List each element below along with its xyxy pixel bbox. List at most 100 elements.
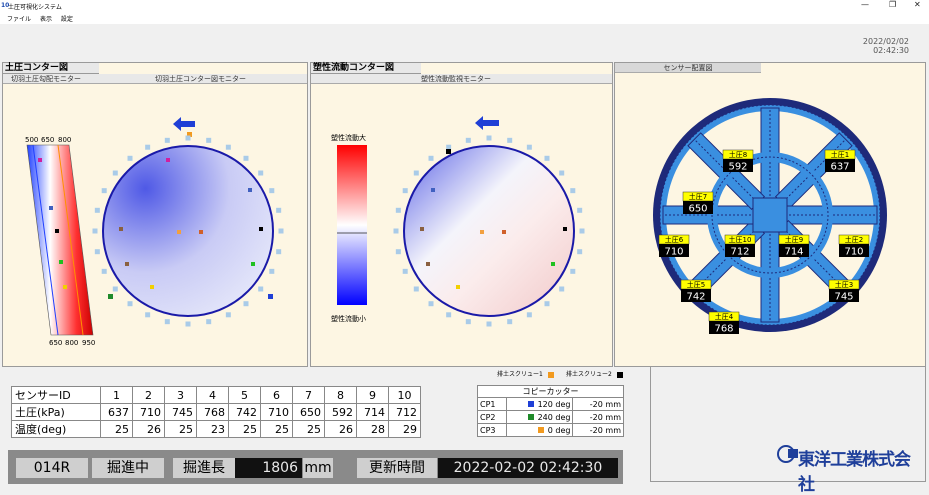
- sensor-value: 710: [664, 247, 683, 258]
- sensor-marker: [480, 230, 484, 234]
- cutter-id: CP1: [477, 397, 507, 411]
- perimeter-marker: [145, 144, 151, 150]
- cutter-angle: 240 deg: [537, 412, 571, 422]
- gradient-marker: [63, 285, 67, 289]
- table-cell: 25: [260, 420, 293, 438]
- perimeter-marker: [164, 319, 170, 325]
- cutter-color-swatch: [537, 427, 544, 433]
- sensor-box: 土圧7650: [682, 191, 714, 215]
- table-header-cell: 2: [132, 386, 165, 404]
- table-cell: 25: [292, 420, 325, 438]
- perimeter-marker: [101, 268, 107, 274]
- perimeter-marker: [428, 155, 434, 161]
- perimeter-marker: [94, 249, 100, 255]
- table-cell: 土圧(kPa): [11, 403, 101, 421]
- table-cell: 28: [356, 420, 389, 438]
- table-header-cell: 9: [356, 386, 389, 404]
- window-title: 土圧可視化システム: [8, 4, 62, 11]
- table-header-cell: 10: [388, 386, 421, 404]
- perimeter-marker: [94, 207, 100, 213]
- sensor-value: 745: [834, 292, 853, 303]
- grad-bottom-label: 800: [65, 339, 78, 347]
- sensor-marker: [456, 285, 460, 289]
- sensor-marker: [259, 227, 263, 231]
- sensor-marker: [431, 188, 435, 192]
- cutter-stroke: -20 mm: [572, 423, 624, 437]
- menu-file[interactable]: ファイル: [7, 14, 31, 23]
- sensor-marker: [502, 230, 506, 234]
- table-cell: 650: [292, 403, 325, 421]
- sensor-box: 土圧3745: [828, 279, 860, 303]
- company-name: 東洋工業株式会社: [798, 450, 911, 495]
- sensor-marker: [446, 149, 451, 154]
- panel-subheader: 切羽土圧勾配モニター 切羽土圧コンター図モニター: [3, 74, 307, 84]
- update-time-value: 2022-02-02 02:42:30: [438, 458, 618, 478]
- sensor-box: 土圧9714: [778, 234, 810, 258]
- table-header-cell: 3: [164, 386, 197, 404]
- title-bar: 10 土圧可視化システム — ❐ ✕: [0, 0, 929, 12]
- table-row: 土圧(kPa) 637 710 745 768 742 710 650 592 714 712: [11, 403, 421, 421]
- menu-view[interactable]: 表示: [40, 14, 52, 23]
- cutter-id: CP2: [477, 410, 507, 424]
- perimeter-marker: [112, 170, 118, 176]
- perimeter-marker: [402, 188, 408, 194]
- menu-settings[interactable]: 設定: [61, 14, 73, 23]
- gradient-labels-top: 500 650 800: [25, 136, 71, 144]
- sensor-marker: [150, 285, 154, 289]
- cutter-angle: 0 deg: [547, 425, 571, 435]
- table-row: 温度(deg) 25 26 25 23 25 25 25 26 28 29: [11, 420, 421, 438]
- sensor-box: 土圧5742: [680, 279, 712, 303]
- update-label: 更新時間: [357, 458, 437, 478]
- sensor-marker: [251, 262, 255, 266]
- table-cell: 710: [260, 403, 293, 421]
- perimeter-marker: [507, 319, 513, 325]
- maximize-icon[interactable]: ❐: [889, 0, 896, 9]
- perimeter-marker: [446, 144, 452, 150]
- gradient-marker: [38, 158, 42, 162]
- sensor-box: 土圧4768: [708, 311, 740, 335]
- perimeter-marker: [486, 321, 492, 327]
- status-bar: 014R 掘進中 掘進長 1806 mm 更新時間 2022-02-02 02:…: [8, 450, 623, 484]
- sensor-marker: [420, 227, 424, 231]
- perimeter-marker: [206, 319, 212, 325]
- sensor-value: 592: [728, 162, 747, 173]
- perimeter-marker: [395, 249, 401, 255]
- sensor-marker: [199, 230, 203, 234]
- table-cell: 25: [228, 420, 261, 438]
- close-icon[interactable]: ✕: [914, 0, 921, 9]
- sensor-value: 710: [844, 247, 863, 258]
- sensor-value: 742: [686, 292, 705, 303]
- copy-cutter-marker: [108, 294, 113, 299]
- table-cell: 26: [324, 420, 357, 438]
- current-datetime: 2022/02/02 02:42:30: [863, 37, 909, 55]
- table-cell: 25: [164, 420, 197, 438]
- perimeter-marker: [225, 312, 231, 318]
- perimeter-marker: [278, 228, 284, 234]
- sensor-marker: [248, 188, 252, 192]
- table-cell: 745: [164, 403, 197, 421]
- cutter-stroke: -20 mm: [572, 410, 624, 424]
- grad-bottom-label: 650: [49, 339, 62, 347]
- perimeter-marker: [258, 170, 264, 176]
- sensor-marker: [551, 262, 555, 266]
- table-header-cell: 4: [196, 386, 229, 404]
- sensor-marker: [119, 227, 123, 231]
- perimeter-marker: [258, 286, 264, 292]
- copy-cutter-title: コピーカッター: [477, 385, 624, 397]
- perimeter-marker: [185, 321, 191, 327]
- perimeter-marker: [276, 249, 282, 255]
- perimeter-marker: [393, 228, 399, 234]
- table-cell: 29: [388, 420, 421, 438]
- plastic-flow-panel: 塑性流動コンター図 塑性流動監視モニター 塑性流動大 塑性流動小: [310, 62, 613, 367]
- perimeter-marker: [446, 312, 452, 318]
- center-hub: [752, 197, 788, 233]
- minimize-icon[interactable]: —: [861, 0, 869, 9]
- cutter-angle: 120 deg: [537, 399, 571, 409]
- perimeter-marker: [570, 268, 576, 274]
- current-time: 02:42:30: [873, 46, 909, 55]
- table-header-cell: 6: [260, 386, 293, 404]
- sensor-data-table: センサーID 1 2 3 4 5 6 7 8 9 10 土圧(kPa) 637 710 745 768 742 7…: [11, 386, 421, 438]
- perimeter-marker: [101, 188, 107, 194]
- table-cell: 712: [388, 403, 421, 421]
- plastic-flow-figure: 塑性流動大 塑性流動小: [331, 116, 585, 327]
